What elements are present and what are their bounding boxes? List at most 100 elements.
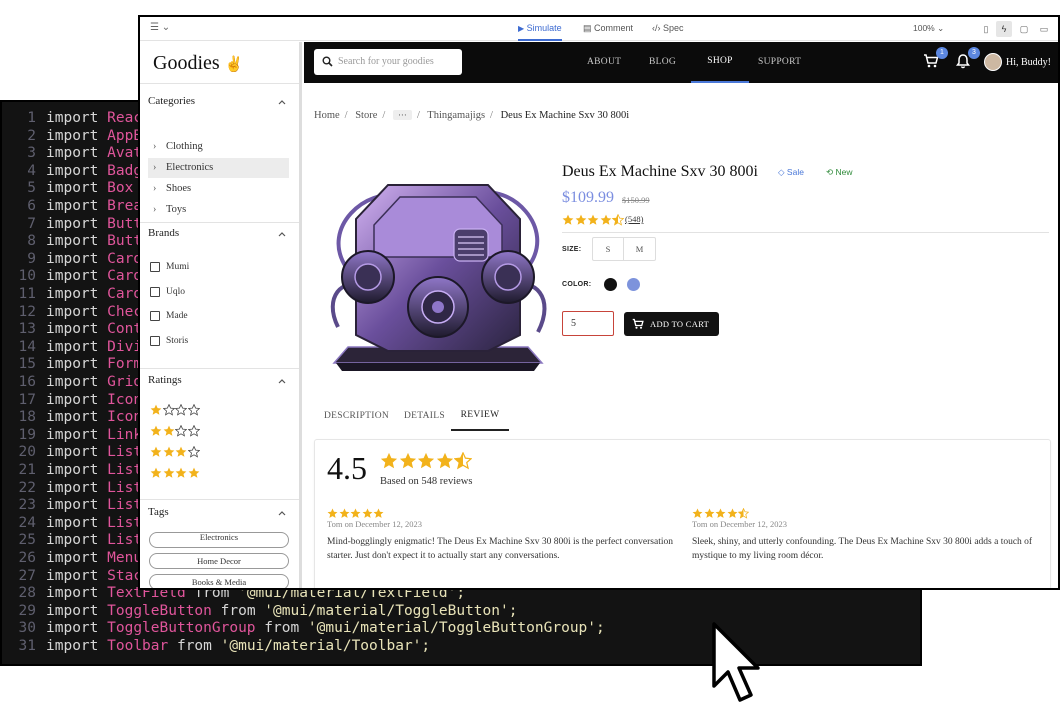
code-line: 5 import Box — [2, 180, 133, 198]
code-keyword: import — [46, 514, 99, 531]
size-option-s[interactable]: S — [593, 238, 624, 260]
brand-label: Mumi — [166, 262, 190, 272]
code-line: 9 import Card — [2, 251, 142, 269]
desktop-view-icon[interactable]: ▭ — [1036, 21, 1052, 37]
breadcrumb-thingamajigs[interactable]: Thingamajigs — [427, 110, 485, 121]
code-icon: ‹/› — [652, 23, 661, 33]
brand-option-uqlo[interactable]: Uqlo — [150, 285, 185, 299]
star-icon — [704, 508, 714, 518]
code-keyword: import — [46, 479, 99, 496]
checkbox[interactable] — [150, 311, 160, 321]
sale-chip-label: Sale — [786, 167, 804, 177]
nav-blog[interactable]: BLOG — [649, 42, 676, 83]
star-icon — [339, 508, 349, 518]
star-icon — [587, 214, 599, 225]
nav-shop[interactable]: SHOP — [691, 42, 749, 83]
star-icon — [562, 214, 574, 225]
search-input[interactable]: Search for your goodies — [314, 49, 462, 75]
zoom-select[interactable]: 100% ⌄ — [913, 23, 944, 34]
nav-support[interactable]: SUPPORT — [758, 42, 801, 83]
line-number: 25 — [18, 532, 36, 549]
breadcrumb-home[interactable]: Home — [314, 110, 340, 121]
tab-spec[interactable]: ‹/› Spec — [652, 17, 684, 41]
brand-option-made[interactable]: Made — [150, 309, 188, 323]
review-author: Tom on December 12, 2023 — [327, 519, 423, 529]
code-keyword: import — [46, 602, 99, 619]
brand-option-mumi[interactable]: Mumi — [150, 260, 189, 274]
rating-filter-3[interactable] — [150, 445, 200, 461]
ratings-title: Ratings — [148, 374, 182, 386]
avatar[interactable] — [984, 53, 1002, 71]
star-icon — [350, 508, 361, 518]
tag-chip[interactable]: Books & Media — [149, 574, 289, 588]
chevron-up-icon[interactable] — [277, 229, 287, 239]
star-outline-icon — [187, 425, 200, 437]
brands-title: Brands — [148, 227, 180, 239]
code-line: 29 import ToggleButton from '@mui/materia… — [2, 602, 518, 621]
tag-chip[interactable]: Home Decor — [149, 553, 289, 569]
line-number: 2 — [27, 127, 36, 144]
tablet-view-icon[interactable]: ▢ — [1016, 21, 1032, 37]
lightning-icon[interactable]: ϟ — [996, 21, 1012, 37]
code-line: 19 import Link — [2, 427, 143, 445]
tab-comment[interactable]: ▤ Comment — [583, 17, 633, 41]
sidebar-item-electronics[interactable]: › Electronics — [148, 158, 289, 178]
color-swatch-blue[interactable] — [627, 278, 640, 291]
breadcrumb-store[interactable]: Store — [355, 110, 377, 121]
chevron-up-icon[interactable] — [277, 97, 287, 107]
tab-description[interactable]: DESCRIPTION — [324, 401, 389, 431]
checkbox[interactable] — [150, 262, 160, 272]
line-number: 27 — [18, 567, 36, 584]
sidebar-item-clothing[interactable]: › Clothing — [148, 137, 289, 157]
checkbox[interactable] — [150, 335, 160, 346]
notifications-button[interactable]: 3 — [955, 47, 980, 71]
refresh-icon: ⟲ — [826, 167, 834, 177]
tab-simulate[interactable]: ▶ Simulate — [518, 17, 562, 41]
sidebar-item-toys[interactable]: › Toys — [148, 200, 289, 220]
code-keyword: import — [46, 303, 99, 320]
rating-filter-1[interactable] — [150, 403, 200, 419]
star-icon — [575, 214, 586, 225]
new-chip-label: New — [835, 167, 853, 177]
code-line: 16 import Grid — [2, 374, 143, 392]
rating-filter-4[interactable] — [150, 466, 200, 482]
mobile-view-icon[interactable]: ▯ — [978, 21, 994, 37]
add-to-cart-button[interactable]: ADD TO CART — [624, 312, 719, 336]
line-number: 11 — [18, 286, 36, 302]
prototype-toolbar: ☰ ⌄ ▶ Simulate ▤ Comment ‹/› Spec 100% ⌄… — [140, 17, 1058, 41]
star-icon — [163, 425, 174, 436]
code-string: '@mui/material/ToggleButton'; — [264, 602, 518, 619]
code-identifier: Icon — [107, 391, 143, 408]
tab-details[interactable]: DETAILS — [404, 401, 445, 431]
line-number: 22 — [18, 479, 36, 496]
menu-icon[interactable]: ☰ ⌄ — [150, 22, 170, 33]
breadcrumb-more-button[interactable]: ··· — [392, 110, 412, 120]
checkbox[interactable] — [150, 286, 160, 297]
chevron-right-icon: › — [153, 183, 157, 194]
product-main: Home / Store / ··· / Thingamajigs / Deus Ex … — [304, 83, 1058, 588]
nav-about[interactable]: ABOUT — [587, 42, 621, 83]
code-keyword: import — [46, 215, 99, 232]
color-swatch-black[interactable] — [604, 278, 617, 291]
brand-option-storis[interactable]: Storis — [150, 334, 188, 348]
tab-review[interactable]: REVIEW — [451, 401, 509, 431]
star-outline-icon — [187, 446, 200, 458]
review-panel: 4.5 Based on 548 reviews Tom on December… — [314, 439, 1051, 588]
chevron-up-icon[interactable] — [277, 508, 287, 518]
brand-logo[interactable]: Goodies ✌ — [153, 52, 243, 75]
star-icon — [380, 452, 398, 469]
code-line: 30 import ToggleButtonGroup from '@mui/ma… — [2, 620, 605, 638]
quantity-input[interactable]: 5 — [562, 311, 614, 336]
rating-count-link[interactable]: (548) — [625, 214, 643, 224]
user-greeting[interactable]: Hi, Buddy! — [1006, 42, 1051, 83]
star-icon — [163, 446, 174, 457]
line-number: 30 — [18, 620, 36, 637]
tag-chip[interactable]: Electronics — [149, 532, 289, 548]
size-option-m[interactable]: M — [624, 238, 655, 260]
rating-filter-2[interactable] — [150, 424, 200, 440]
star-icon — [399, 452, 416, 469]
cart-button[interactable]: 1 — [923, 47, 948, 71]
chevron-up-icon[interactable] — [277, 376, 287, 386]
line-number: 8 — [27, 233, 36, 250]
sidebar-item-shoes[interactable]: › Shoes — [148, 179, 289, 199]
